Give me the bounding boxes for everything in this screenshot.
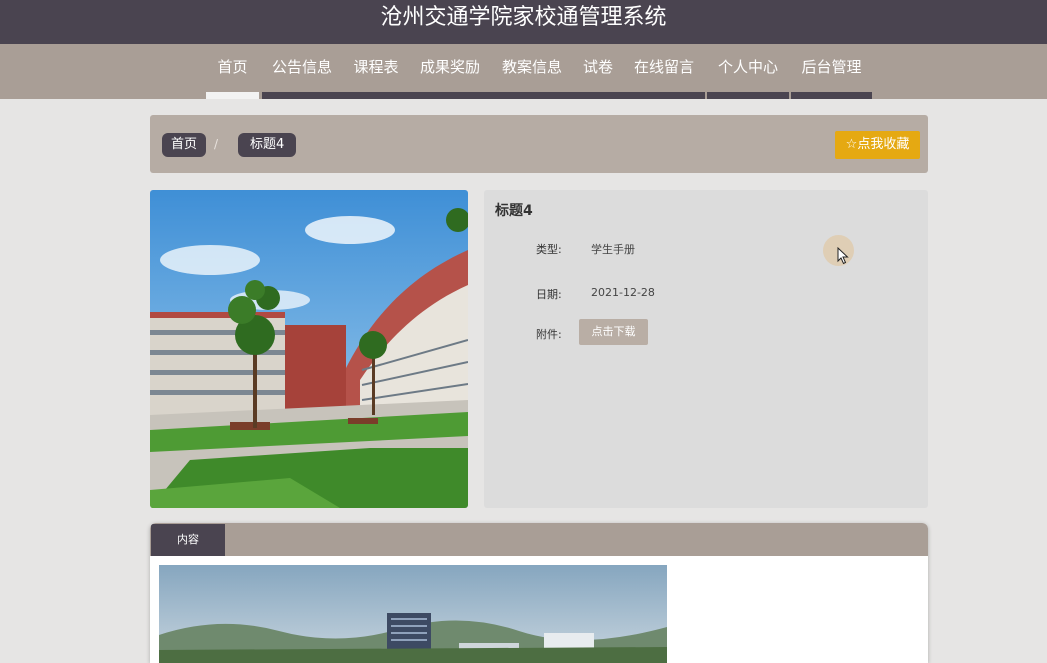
content-tab-bar: 内容 [150,523,928,556]
nav-item-schedule[interactable]: 课程表 [349,44,403,92]
content-image [159,565,667,663]
type-label: 类型: [536,243,562,256]
campus-building-image [150,190,468,508]
campus-panorama-image [159,565,667,663]
date-value: 2021-12-28 [591,286,655,299]
detail-title: 标题4 [495,203,533,219]
nav-item-admin[interactable]: 后台管理 [791,44,872,92]
nav-underline-bar [262,92,705,99]
breadcrumb: 首页 / 标题4 ☆点我收藏 [150,115,928,173]
nav-item-home[interactable]: 首页 [206,44,259,92]
breadcrumb-current: 标题4 [238,133,297,157]
type-value: 学生手册 [591,243,635,256]
nav-item-exam-papers[interactable]: 试卷 [578,44,618,92]
nav-item-messages[interactable]: 在线留言 [628,44,700,92]
tab-content[interactable]: 内容 [151,524,225,556]
detail-panel: 标题4 类型: 学生手册 日期: 2021-12-28 附件: 点击下载 [484,190,928,508]
main-nav: 首页 公告信息 课程表 成果奖励 教案信息 试卷 在线留言 个人中心 后台管理 [0,44,1047,99]
date-label: 日期: [536,288,562,301]
mouse-pointer-icon [837,247,849,265]
campus-photo [150,190,468,508]
nav-item-profile[interactable]: 个人中心 [707,44,789,92]
nav-item-lesson-plans[interactable]: 教案信息 [496,44,568,92]
content-section: 内容 [150,523,928,663]
breadcrumb-home[interactable]: 首页 [162,133,207,157]
breadcrumb-separator: / [214,137,219,151]
nav-item-announcements[interactable]: 公告信息 [266,44,338,92]
attachment-label: 附件: [536,328,562,341]
nav-item-awards[interactable]: 成果奖励 [414,44,486,92]
nav-underline-bar [707,92,789,99]
download-button[interactable]: 点击下载 [579,319,648,345]
site-title: 沧州交通学院家校通管理系统 [0,0,1047,44]
nav-underline-bar [791,92,872,99]
favorite-button[interactable]: ☆点我收藏 [835,131,920,159]
nav-active-indicator [206,92,259,99]
